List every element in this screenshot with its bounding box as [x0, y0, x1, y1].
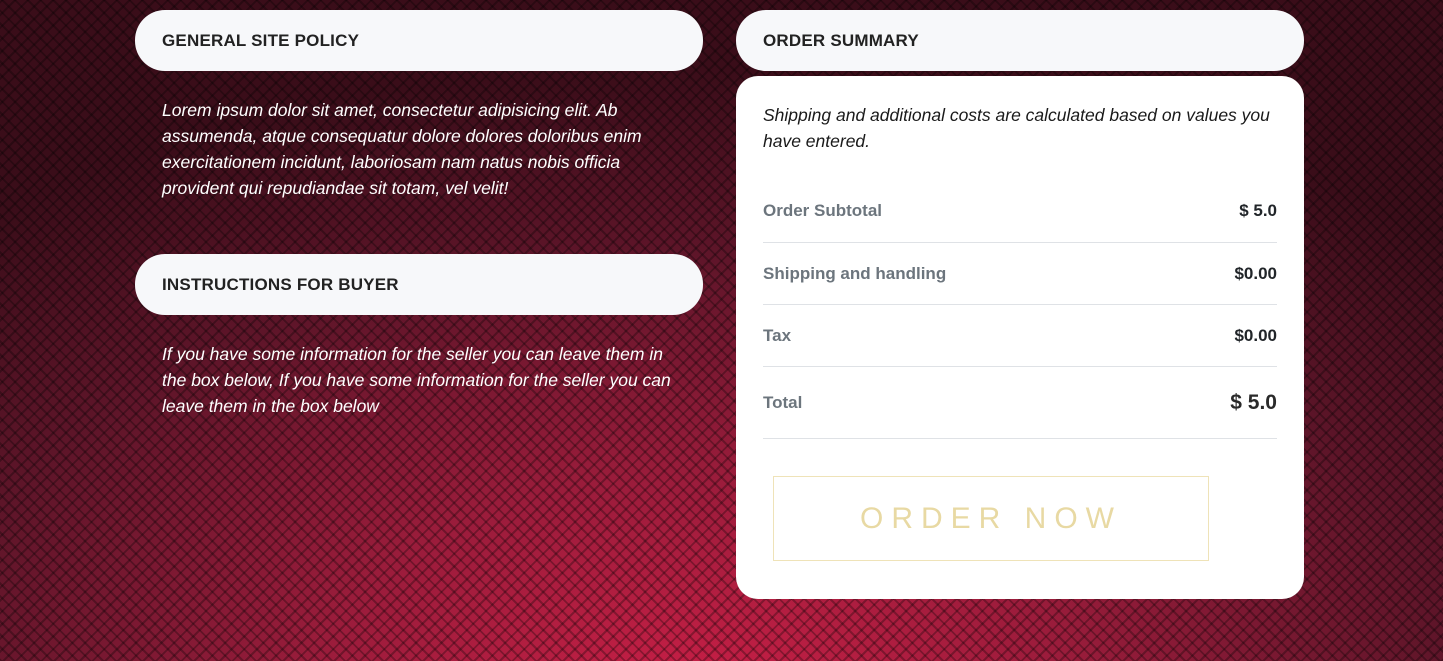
shipping-handling-row: Shipping and handling $0.00	[763, 243, 1277, 305]
order-subtotal-value: $ 5.0	[1239, 201, 1277, 220]
tax-value: $0.00	[1234, 325, 1277, 345]
general-site-policy-title: GENERAL SITE POLICY	[162, 30, 360, 50]
total-value: $ 5.0	[1230, 390, 1277, 414]
instructions-for-buyer-text: If you have some information for the sel…	[162, 344, 671, 416]
total-row: Total $ 5.0	[763, 367, 1277, 439]
order-now-button[interactable]: ORDER NOW	[773, 476, 1209, 561]
order-summary-header: ORDER SUMMARY	[736, 10, 1304, 71]
order-subtotal-row: Order Subtotal $ 5.0	[763, 180, 1277, 243]
instructions-for-buyer-title: INSTRUCTIONS FOR BUYER	[162, 274, 399, 294]
total-label: Total	[763, 392, 803, 412]
summary-note: Shipping and additional costs are calcul…	[763, 105, 1270, 151]
general-site-policy-header: GENERAL SITE POLICY	[135, 10, 703, 71]
order-subtotal-label: Order Subtotal	[763, 201, 883, 220]
general-site-policy-text: Lorem ipsum dolor sit amet, consectetur …	[162, 100, 642, 198]
shipping-handling-label: Shipping and handling	[763, 263, 947, 283]
order-summary-card: Shipping and additional costs are calcul…	[736, 76, 1304, 599]
tax-label: Tax	[763, 325, 792, 345]
instructions-for-buyer-header: INSTRUCTIONS FOR BUYER	[135, 254, 703, 315]
tax-row: Tax $0.00	[763, 305, 1277, 367]
shipping-handling-value: $0.00	[1234, 263, 1277, 283]
order-summary-title: ORDER SUMMARY	[763, 30, 919, 50]
